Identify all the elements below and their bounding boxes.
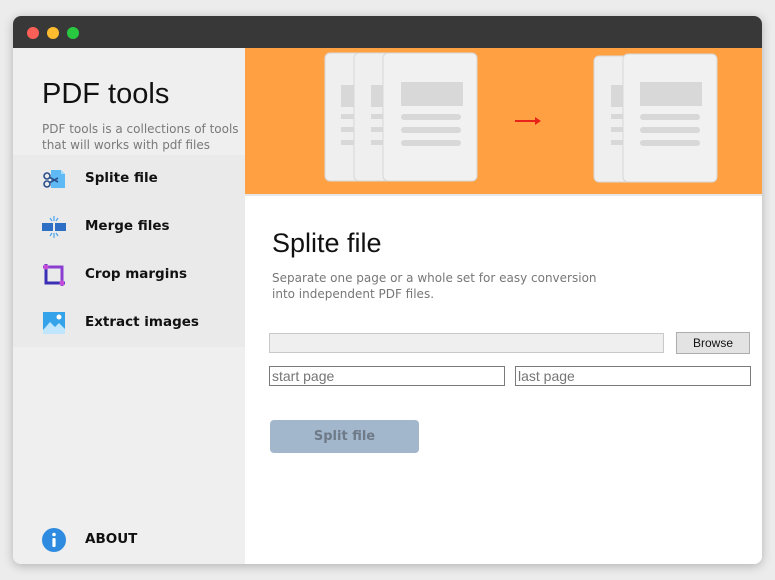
- sidebar-item-merge-files[interactable]: Merge files: [13, 203, 245, 251]
- split-illustration: [324, 52, 718, 183]
- maximize-window-button[interactable]: [67, 27, 79, 39]
- browse-button[interactable]: Browse: [676, 332, 750, 354]
- title-bar: [13, 16, 762, 48]
- about-label: ABOUT: [85, 531, 138, 547]
- sidebar-item-label: Extract images: [85, 314, 199, 330]
- crop-icon: [41, 262, 67, 288]
- sidebar-item-splite-file[interactable]: Splite file: [13, 155, 245, 203]
- app-title: PDF tools: [42, 78, 170, 110]
- close-window-button[interactable]: [27, 27, 39, 39]
- page-description: Separate one page or a whole set for eas…: [272, 271, 597, 301]
- sidebar-item-label: Merge files: [85, 218, 170, 234]
- sidebar: PDF tools PDF tools is a collections of …: [13, 48, 245, 564]
- sidebar-item-label: Splite file: [85, 170, 158, 186]
- sidebar-menu: Splite file Merge files Crop margins Ext…: [13, 155, 245, 347]
- app-description: PDF tools is a collections of tools that…: [42, 122, 239, 152]
- divider: [245, 194, 762, 196]
- image-icon: [41, 310, 67, 336]
- document-stack-icon: [324, 52, 478, 182]
- sidebar-item-label: Crop margins: [85, 266, 187, 282]
- minimize-window-button[interactable]: [47, 27, 59, 39]
- file-path-input[interactable]: [269, 333, 664, 353]
- sidebar-item-crop-margins[interactable]: Crop margins: [13, 251, 245, 299]
- main-panel: Splite file Separate one page or a whole…: [245, 48, 762, 564]
- sidebar-item-extract-images[interactable]: Extract images: [13, 299, 245, 347]
- hero-banner: [245, 48, 762, 194]
- last-page-input[interactable]: [515, 366, 751, 386]
- arrow-right-icon: [515, 117, 541, 125]
- page-title: Splite file: [272, 228, 382, 258]
- start-page-input[interactable]: [269, 366, 505, 386]
- merge-icon: [41, 214, 67, 240]
- app-window: PDF tools PDF tools is a collections of …: [13, 16, 762, 564]
- info-icon: [42, 528, 66, 552]
- split-file-button[interactable]: Split file: [270, 420, 419, 453]
- sidebar-item-about[interactable]: ABOUT: [13, 516, 245, 564]
- document-pair-icon: [593, 53, 718, 183]
- scissors-icon: [41, 166, 67, 192]
